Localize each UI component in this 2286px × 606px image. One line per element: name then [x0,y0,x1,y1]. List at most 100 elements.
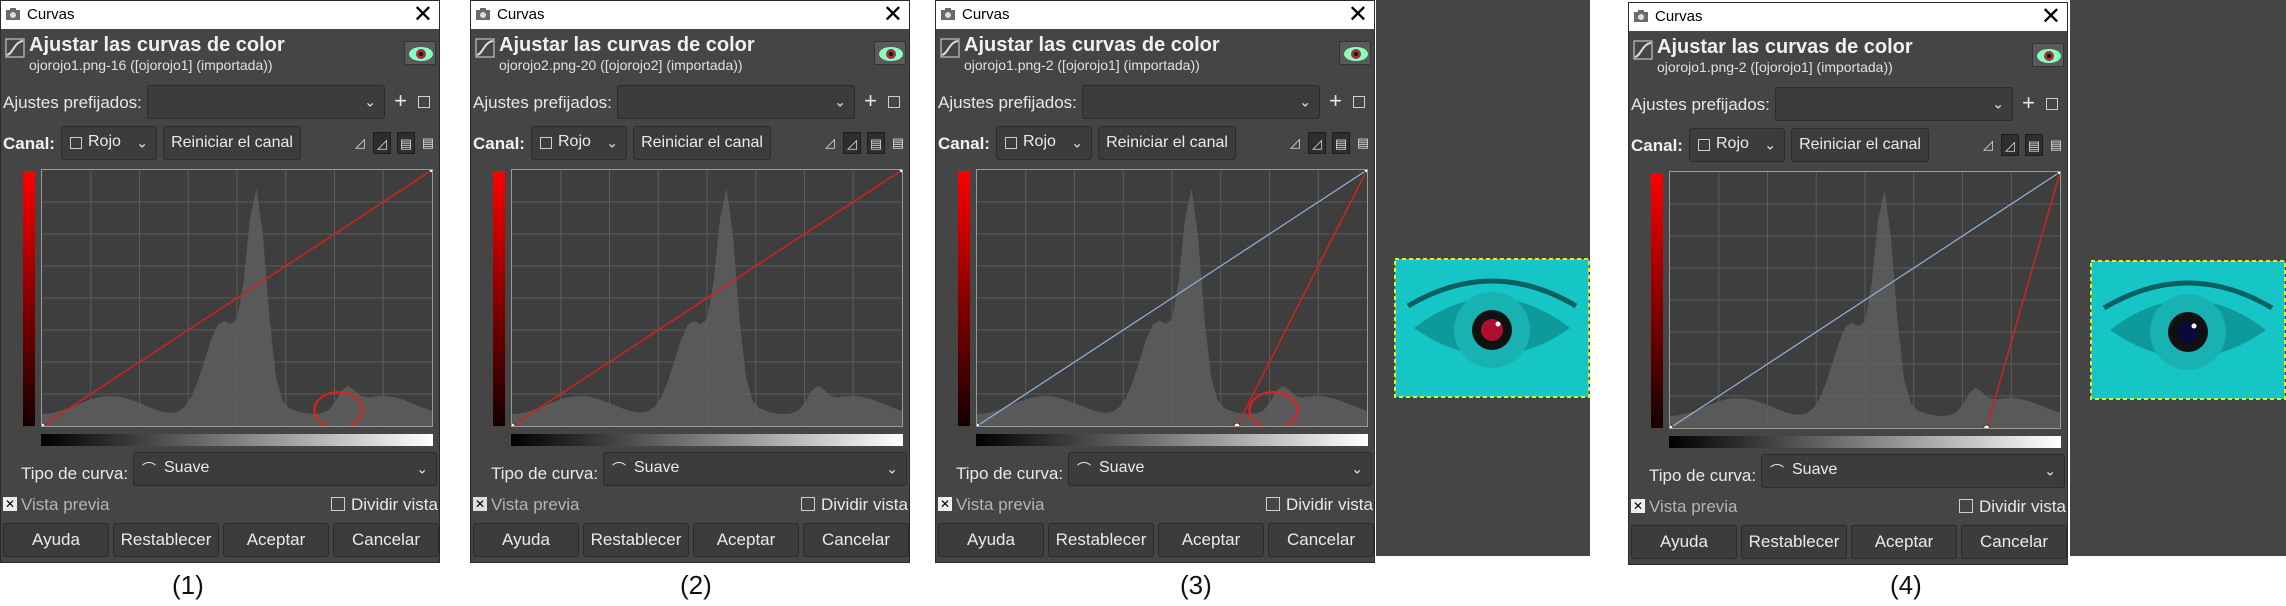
curve-plot[interactable] [41,169,433,427]
chevron-down-icon: ⌄ [606,134,618,151]
help-button[interactable]: Ayuda [473,523,579,557]
linear-histogram-icon[interactable]: ◿ [351,132,369,154]
channel-value: Rojo [1023,133,1056,150]
channel-dropdown[interactable]: Rojo ⌄ [531,126,627,160]
curve-plot[interactable] [511,169,903,427]
split-view-label: Dividir vista [821,495,908,514]
curve-plot[interactable] [1669,171,2061,429]
preview-checkbox[interactable]: ✕ [473,497,487,511]
dialog-subtitle: ojorojo1.png-16 ([ojorojo1] (importada)) [29,57,273,73]
curves-dialog-2: Curvas ✕ Ajustar las curvas de color ojo… [470,0,910,563]
channel-value: Rojo [88,133,121,150]
presets-dropdown[interactable]: ⌄ [617,85,855,119]
canvas-preview-area [2070,0,2286,556]
linear-histogram-icon[interactable]: ◿ [821,132,839,154]
curve-type-dropdown[interactable]: ⌒ Suave ⌄ [133,452,437,486]
split-view-checkbox[interactable] [331,497,345,511]
preview-label: Vista previa [956,495,1045,514]
cancel-button[interactable]: Cancelar [1268,523,1374,557]
reset-channel-button[interactable]: Reiniciar el canal [633,126,771,160]
curve-type-value: Suave [164,459,210,476]
window-titlebar: Curvas ✕ [471,1,909,29]
pick-white-icon[interactable]: ▤ [889,132,907,154]
preview-label: Vista previa [491,495,580,514]
help-button[interactable]: Ayuda [938,523,1044,557]
log-histogram-icon[interactable]: ◿ [2001,134,2019,156]
curve-graph[interactable] [977,170,1367,426]
split-view-checkbox[interactable] [1266,497,1280,511]
preset-menu-icon[interactable] [418,96,430,108]
preview-checkbox[interactable]: ✕ [938,497,952,511]
channel-label: Canal: [3,134,55,153]
channel-dropdown[interactable]: Rojo ⌄ [1689,128,1785,162]
reset-channel-button[interactable]: Reiniciar el canal [163,126,301,160]
help-button[interactable]: Ayuda [3,523,109,557]
input-gradient-bar [1669,436,2061,448]
eye-icon[interactable] [404,41,436,65]
pick-black-icon[interactable]: ▤ [1332,132,1350,154]
reset-button[interactable]: Restablecer [1741,525,1847,559]
close-icon[interactable]: ✕ [413,1,433,29]
add-preset-icon[interactable]: + [864,88,877,114]
camera-icon [476,8,490,20]
split-view-checkbox[interactable] [1959,499,1973,513]
window-title: Curvas [497,6,545,23]
split-view-checkbox[interactable] [801,497,815,511]
cancel-button[interactable]: Cancelar [1961,525,2067,559]
add-preset-icon[interactable]: + [1329,88,1342,114]
curve-type-dropdown[interactable]: ⌒ Suave ⌄ [603,452,907,486]
presets-dropdown[interactable]: ⌄ [147,85,385,119]
cancel-button[interactable]: Cancelar [333,523,439,557]
pick-white-icon[interactable]: ▤ [419,132,437,154]
eye-icon[interactable] [874,41,906,65]
ok-button[interactable]: Aceptar [693,523,799,557]
presets-label: Ajustes prefijados: [3,93,142,112]
channel-dropdown[interactable]: Rojo ⌄ [996,126,1092,160]
curve-icon [475,38,495,58]
channel-label: Canal: [1631,136,1683,155]
curve-graph[interactable] [512,170,902,426]
preview-checkbox[interactable]: ✕ [1631,499,1645,513]
help-button[interactable]: Ayuda [1631,525,1737,559]
close-icon[interactable]: ✕ [883,1,903,29]
presets-dropdown[interactable]: ⌄ [1082,85,1320,119]
caption: (3) [1180,570,1212,600]
curve-graph[interactable] [42,170,432,426]
close-icon[interactable]: ✕ [1348,1,1368,29]
close-icon[interactable]: ✕ [2041,3,2061,31]
preset-menu-icon[interactable] [888,96,900,108]
pick-black-icon[interactable]: ▤ [867,132,885,154]
reset-button[interactable]: Restablecer [1048,523,1154,557]
cancel-button[interactable]: Cancelar [803,523,909,557]
reset-channel-button[interactable]: Reiniciar el canal [1791,128,1929,162]
curve-type-dropdown[interactable]: ⌒ Suave ⌄ [1068,452,1372,486]
log-histogram-icon[interactable]: ◿ [1308,132,1326,154]
log-histogram-icon[interactable]: ◿ [373,132,391,154]
reset-channel-button[interactable]: Reiniciar el canal [1098,126,1236,160]
linear-histogram-icon[interactable]: ◿ [1286,132,1304,154]
ok-button[interactable]: Aceptar [1158,523,1264,557]
pick-black-icon[interactable]: ▤ [2025,134,2043,156]
preset-menu-icon[interactable] [2046,98,2058,110]
eye-icon[interactable] [1339,41,1371,65]
add-preset-icon[interactable]: + [394,88,407,114]
linear-histogram-icon[interactable]: ◿ [1979,134,1997,156]
preview-checkbox[interactable]: ✕ [3,497,17,511]
preset-menu-icon[interactable] [1353,96,1365,108]
ok-button[interactable]: Aceptar [223,523,329,557]
reset-button[interactable]: Restablecer [113,523,219,557]
presets-dropdown[interactable]: ⌄ [1775,87,2013,121]
curve-graph[interactable] [1670,172,2060,428]
pick-white-icon[interactable]: ▤ [1354,132,1372,154]
channel-dropdown[interactable]: Rojo ⌄ [61,126,157,160]
pick-white-icon[interactable]: ▤ [2047,134,2065,156]
log-histogram-icon[interactable]: ◿ [843,132,861,154]
add-preset-icon[interactable]: + [2022,90,2035,116]
ok-button[interactable]: Aceptar [1851,525,1957,559]
curve-plot[interactable] [976,169,1368,427]
reset-button[interactable]: Restablecer [583,523,689,557]
pick-black-icon[interactable]: ▤ [397,132,415,154]
curve-type-dropdown[interactable]: ⌒ Suave ⌄ [1761,454,2065,488]
curve-icon [940,38,960,58]
eye-icon[interactable] [2032,43,2064,67]
